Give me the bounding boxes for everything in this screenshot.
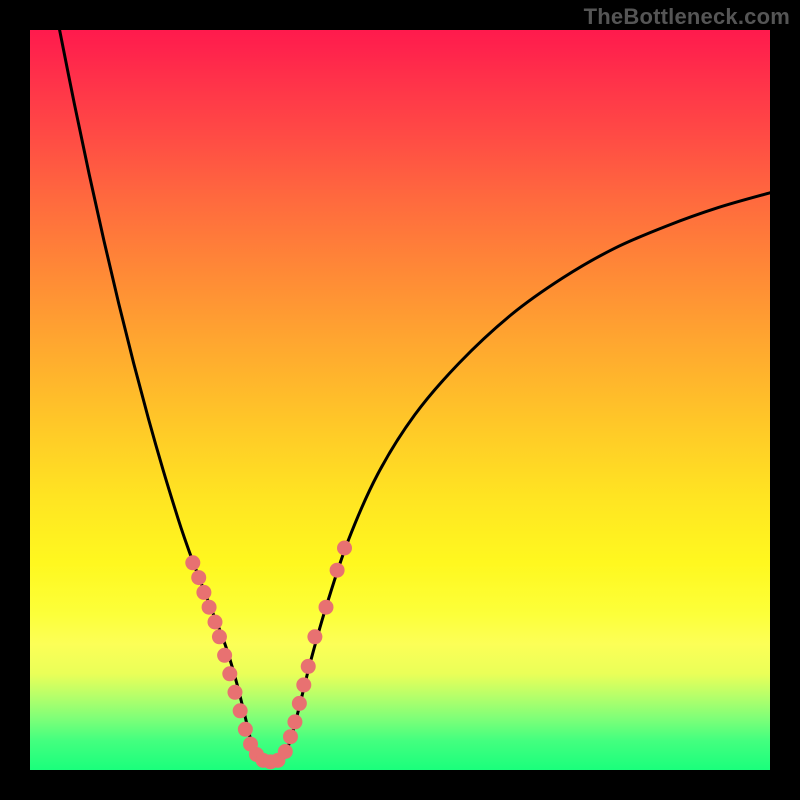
chart-frame: TheBottleneck.com: [0, 0, 800, 800]
data-dot: [287, 714, 302, 729]
data-dot: [278, 744, 293, 759]
chart-plot-area: [30, 30, 770, 770]
data-dot: [202, 600, 217, 615]
data-dot: [222, 666, 237, 681]
data-dot: [319, 600, 334, 615]
data-dot: [330, 563, 345, 578]
data-dot: [227, 685, 242, 700]
data-dot: [185, 555, 200, 570]
data-dot: [301, 659, 316, 674]
data-dot: [233, 703, 248, 718]
data-dot: [217, 648, 232, 663]
bottleneck-curve: [60, 30, 770, 762]
data-dot: [292, 696, 307, 711]
data-dot: [208, 615, 223, 630]
data-dot: [337, 541, 352, 556]
data-dot: [283, 729, 298, 744]
watermark-text: TheBottleneck.com: [584, 4, 790, 30]
data-dot: [307, 629, 322, 644]
data-dot: [296, 677, 311, 692]
data-dot: [212, 629, 227, 644]
data-dot: [196, 585, 211, 600]
data-dot: [191, 570, 206, 585]
data-dots: [185, 541, 352, 770]
chart-svg: [30, 30, 770, 770]
data-dot: [238, 722, 253, 737]
